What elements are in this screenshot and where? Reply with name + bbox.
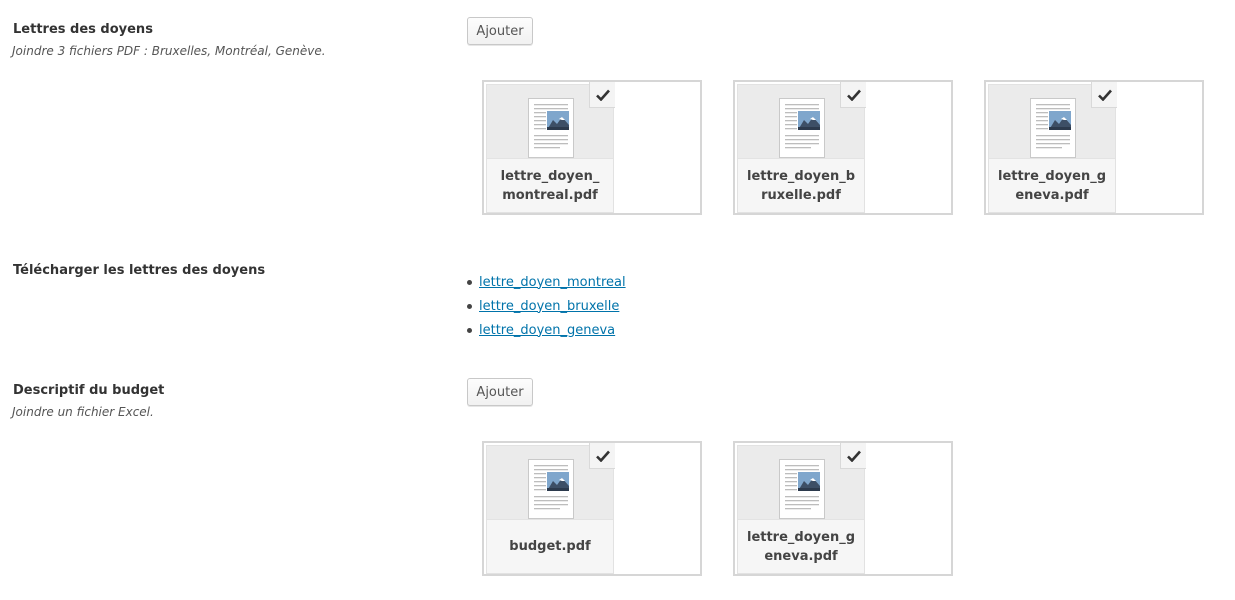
document-thumbnail-icon <box>528 459 574 519</box>
attachment-filename: lettre_doyen_geneva.pdf <box>738 519 864 573</box>
checkmark-icon <box>846 89 861 101</box>
attachment-filename: lettre_doyen_bruxelle.pdf <box>738 158 864 212</box>
checkmark-icon <box>595 89 610 101</box>
attachment-filename: lettre_doyen_montreal.pdf <box>487 158 613 212</box>
attachment-check-toggle[interactable] <box>840 443 866 469</box>
bullet-icon <box>467 303 472 309</box>
attachment-item[interactable]: lettre_doyen_geneva.pdf <box>984 80 1204 215</box>
letters-label: Lettres des doyens <box>13 22 153 37</box>
list-item: lettre_doyen_geneva <box>467 318 626 342</box>
attachment-filename: lettre_doyen_geneva.pdf <box>989 158 1115 212</box>
attachment-check-toggle[interactable] <box>1091 82 1117 108</box>
list-item: lettre_doyen_montreal <box>467 270 626 294</box>
bullet-icon <box>467 327 472 333</box>
download-link-geneva[interactable]: lettre_doyen_geneva <box>479 323 615 338</box>
attachment-check-toggle[interactable] <box>589 443 615 469</box>
download-link-montreal[interactable]: lettre_doyen_montreal <box>479 275 626 290</box>
attachment-check-toggle[interactable] <box>589 82 615 108</box>
budget-label: Descriptif du budget <box>13 383 165 398</box>
attachment-item[interactable]: lettre_doyen_bruxelle.pdf <box>733 80 953 215</box>
document-thumbnail-icon <box>779 98 825 158</box>
bullet-icon <box>467 279 472 285</box>
download-link-bruxelle[interactable]: lettre_doyen_bruxelle <box>479 299 619 314</box>
checkmark-icon <box>846 450 861 462</box>
list-item: lettre_doyen_bruxelle <box>467 294 626 318</box>
budget-description: Joindre un fichier Excel. <box>12 405 154 419</box>
document-thumbnail-icon <box>779 459 825 519</box>
letters-add-button[interactable]: Ajouter <box>467 17 533 45</box>
attachment-check-toggle[interactable] <box>840 82 866 108</box>
downloads-label: Télécharger les lettres des doyens <box>13 263 266 278</box>
letters-description: Joindre 3 fichiers PDF : Bruxelles, Mont… <box>12 44 326 58</box>
attachment-item[interactable]: lettre_doyen_montreal.pdf <box>482 80 702 215</box>
document-thumbnail-icon <box>1030 98 1076 158</box>
download-link-list: lettre_doyen_montreal lettre_doyen_bruxe… <box>467 270 626 342</box>
checkmark-icon <box>1097 89 1112 101</box>
attachment-filename: budget.pdf <box>487 519 613 573</box>
document-thumbnail-icon <box>528 98 574 158</box>
attachment-item[interactable]: lettre_doyen_geneva.pdf <box>733 441 953 576</box>
budget-add-button[interactable]: Ajouter <box>467 378 533 406</box>
attachment-item[interactable]: budget.pdf <box>482 441 702 576</box>
checkmark-icon <box>595 450 610 462</box>
